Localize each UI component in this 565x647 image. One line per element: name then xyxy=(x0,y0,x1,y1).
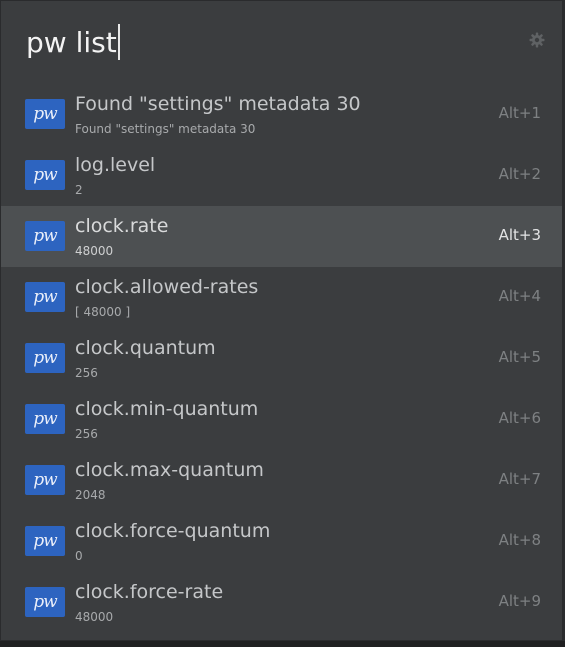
result-shortcut: Alt+6 xyxy=(498,409,541,427)
result-shortcut: Alt+8 xyxy=(498,531,541,549)
result-item[interactable]: pw log.level 2 Alt+2 xyxy=(1,145,562,206)
result-item[interactable]: pw clock.min-quantum 256 Alt+6 xyxy=(1,389,562,450)
pipewire-icon: pw xyxy=(25,99,65,129)
result-subtitle: 0 xyxy=(75,549,83,563)
text-caret xyxy=(117,24,120,60)
result-title: clock.quantum xyxy=(75,337,216,359)
result-item[interactable]: pw clock.max-quantum 2048 Alt+7 xyxy=(1,450,562,511)
search-bar[interactable]: pw list xyxy=(1,1,562,89)
result-subtitle: 48000 xyxy=(75,610,114,624)
pipewire-icon: pw xyxy=(25,282,65,312)
result-subtitle: 2048 xyxy=(75,488,106,502)
search-input[interactable]: pw list xyxy=(26,21,120,65)
result-subtitle: 256 xyxy=(75,427,98,441)
pipewire-icon: pw xyxy=(25,221,65,251)
result-item[interactable]: pw clock.allowed-rates [ 48000 ] Alt+4 xyxy=(1,267,562,328)
result-shortcut: Alt+3 xyxy=(498,226,541,244)
pipewire-icon: pw xyxy=(25,343,65,373)
result-shortcut: Alt+5 xyxy=(498,348,541,366)
result-item[interactable]: pw clock.quantum 256 Alt+5 xyxy=(1,328,562,389)
result-item[interactable]: pw clock.force-quantum 0 Alt+8 xyxy=(1,511,562,572)
result-item[interactable]: pw clock.force-rate 48000 Alt+9 xyxy=(1,572,562,633)
result-subtitle: Found "settings" metadata 30 xyxy=(75,122,256,136)
result-title: clock.rate xyxy=(75,215,169,237)
result-title: clock.min-quantum xyxy=(75,398,259,420)
result-title: log.level xyxy=(75,154,156,176)
search-query-text: pw list xyxy=(26,26,117,59)
result-title: clock.force-quantum xyxy=(75,520,271,542)
pipewire-icon: pw xyxy=(25,404,65,434)
launcher-window: pw list pw Found "settings" metadata 30 Fo… xyxy=(0,0,563,641)
result-shortcut: Alt+2 xyxy=(498,165,541,183)
result-title: clock.force-rate xyxy=(75,581,224,603)
result-item[interactable]: pw clock.rate 48000 Alt+3 xyxy=(1,206,562,267)
result-subtitle: [ 48000 ] xyxy=(75,305,131,319)
result-shortcut: Alt+1 xyxy=(498,104,541,122)
result-shortcut: Alt+9 xyxy=(498,592,541,610)
background-strip xyxy=(0,641,565,647)
result-subtitle: 256 xyxy=(75,366,98,380)
pipewire-icon: pw xyxy=(25,526,65,556)
result-shortcut: Alt+4 xyxy=(498,287,541,305)
result-item[interactable]: pw Found "settings" metadata 30 Found "set… xyxy=(1,84,562,145)
pipewire-icon: pw xyxy=(25,587,65,617)
pipewire-icon: pw xyxy=(25,160,65,190)
result-subtitle: 48000 xyxy=(75,244,114,258)
pipewire-icon: pw xyxy=(25,465,65,495)
result-title: clock.allowed-rates xyxy=(75,276,259,298)
result-title: Found "settings" metadata 30 xyxy=(75,93,361,115)
results-list: pw Found "settings" metadata 30 Found "set… xyxy=(1,84,562,633)
gear-icon[interactable] xyxy=(529,32,545,48)
result-shortcut: Alt+7 xyxy=(498,470,541,488)
result-title: clock.max-quantum xyxy=(75,459,264,481)
result-subtitle: 2 xyxy=(75,183,83,197)
